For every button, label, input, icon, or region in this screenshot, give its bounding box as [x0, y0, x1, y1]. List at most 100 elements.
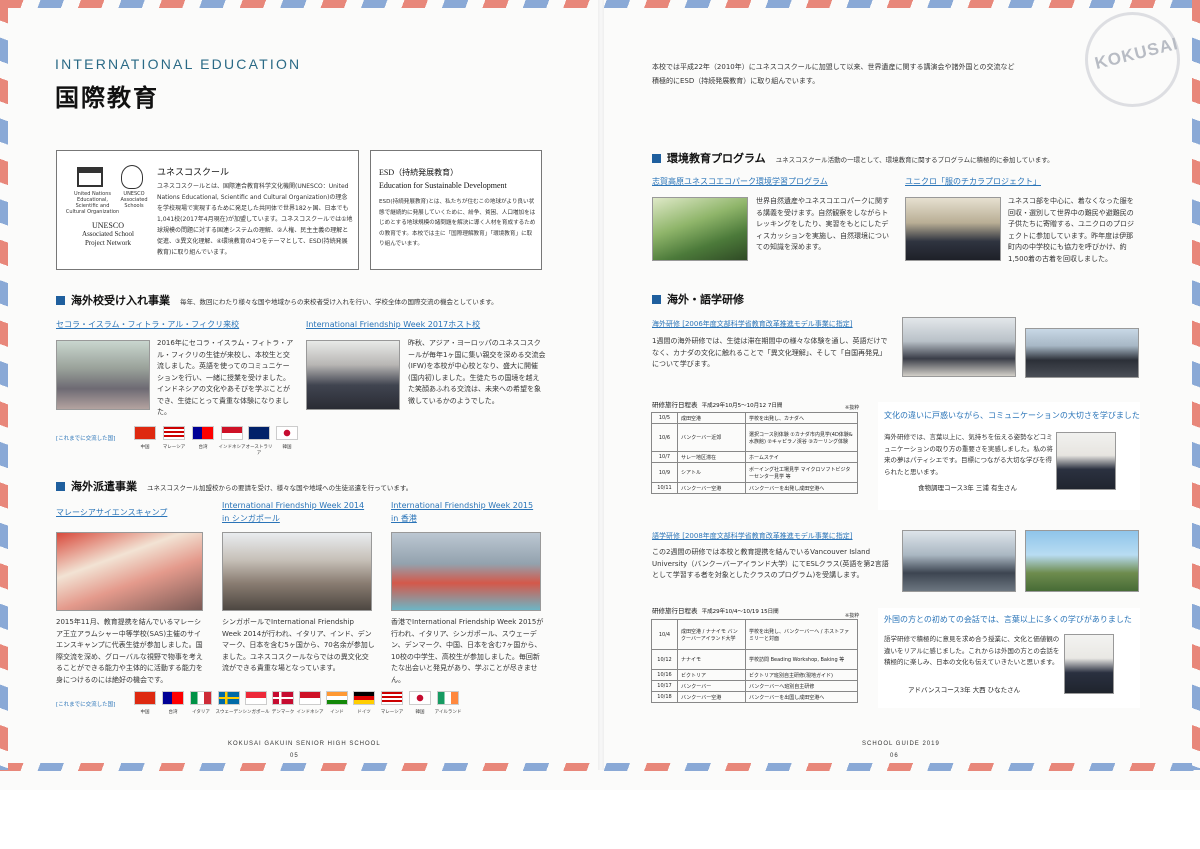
overseas-training-link[interactable]: 海外研修 [2006年度文部科学省教育改革推進モデル事業に指定] [652, 319, 853, 329]
page-title: 国際教育 [55, 84, 159, 112]
singapore-flag-icon [245, 691, 267, 705]
section-square-icon [652, 295, 661, 304]
indonesia-flag-icon [299, 691, 321, 705]
brochure-spread: INTERNATIONAL EDUCATION 国際教育 United Nati… [0, 0, 1200, 790]
incoming-b-body: 昨秋、アジア・ヨーロッパのユネスコスクールが毎年1ヶ国に集い親交を深める交流会(… [408, 339, 546, 405]
esd-heading-jp: ESD（持続発展教育） [379, 168, 459, 177]
testimonial-1-card: 文化の違いに戸惑いながら、コミュニケーションの大切さを学びました 海外研修では、… [878, 402, 1140, 510]
country-label: マレーシア [162, 445, 186, 450]
photo-ifw-2015-hongkong [391, 532, 541, 611]
photo-ifw-2017 [306, 340, 400, 410]
country-label: インド [330, 710, 344, 715]
section-language-heading: 海外・語学研修 [652, 291, 744, 307]
photo-canada-training-2 [1025, 328, 1139, 378]
country-label: 韓国 [415, 710, 425, 715]
esd-box: ESD（持続発展教育） Education for Sustainable De… [370, 150, 542, 270]
page-number-right: 06 [890, 753, 899, 759]
country-label: 韓国 [282, 445, 292, 450]
outgoing-b-link[interactable]: International Friendship Week 2014 in シン… [222, 499, 364, 525]
country-label: イタリア [192, 710, 210, 715]
country-label: スウェーデン [215, 710, 243, 715]
photo-malaysia-science-camp [56, 532, 203, 611]
photo-language-class-2 [1025, 530, 1139, 592]
country-label: マレーシア [380, 710, 404, 715]
country-label: ドイツ [357, 710, 371, 715]
table-row: 10/11 バンクーバー空港 バンクーバーを出発し成田空港へ [651, 482, 858, 494]
testimonial-1-signature: 食物調理コース3年 三浦 有生さん [918, 484, 1017, 492]
table-row: 10/17 バンクーバー バンクーバーへ班別自主研修 [651, 680, 858, 692]
taiwan-flag-icon [162, 691, 184, 705]
outgoing-b-body: シンガポールでInternational Friendship Week 201… [222, 618, 375, 672]
taiwan-flag-icon [192, 426, 214, 440]
english-title: INTERNATIONAL EDUCATION [55, 56, 302, 72]
country-label: デンマーク [271, 710, 295, 715]
schedule-2-note: ※抜粋 [845, 613, 860, 619]
country-label: インドネシア [218, 445, 246, 450]
section-square-icon [56, 482, 65, 491]
testimonial-2-signature: アドバンスコース3年 大西 ひなたさん [908, 686, 1021, 694]
esd-heading-en: Education for Sustainable Development [379, 181, 507, 190]
env-b-link[interactable]: ユニクロ「服のチカラプロジェクト」 [905, 176, 1041, 187]
assoc-logo-text: UNESCO Associated Schools [120, 191, 148, 209]
table-row: 10/9 シアトル ボーイング社工場見学 マイクロソフトビジターセンター見学 等 [651, 462, 858, 483]
photo-canada-training-1 [902, 317, 1016, 377]
germany-flag-icon [353, 691, 375, 705]
footer-school-name: KOKUSAI GAKUIN SENIOR HIGH SCHOOL [228, 741, 381, 747]
schedule-1-title: 研修旅行日程表 平成29年10月5〜10月12 7日間 [652, 401, 783, 409]
visited-countries-label-1: [これまでに交流した国] [56, 436, 116, 442]
unesco-box: United Nations Educational, Scientific a… [56, 150, 359, 270]
section-environment-heading: 環境教育プログラム ユネスコスクール活動の一環として、環境教育に関するプログラムに… [652, 150, 1054, 166]
indonesia-flag-icon [221, 426, 243, 440]
schedule-1-note: ※抜粋 [845, 405, 860, 411]
sweden-flag-icon [218, 691, 240, 705]
page-gutter [598, 0, 604, 770]
photo-shiga-highlands [652, 197, 748, 261]
testimonial-2-body: 語学研修で積極的に意見を求め合う授業に、文化と価値観の違いをリアルに感じました。… [884, 635, 1060, 666]
country-label: 台湾 [168, 710, 178, 715]
incoming-a-link[interactable]: セコラ・イスラム・フィトラ・アル・フィクリ来校 [56, 319, 239, 330]
korea-flag-icon [276, 426, 298, 440]
env-a-body: 世界自然遺産やユネスコエコパークに関する講義を受けます。自然観察をしながらトレッ… [756, 197, 889, 251]
korea-flag-icon [409, 691, 431, 705]
incoming-b-link[interactable]: International Friendship Week 2017ホスト校 [306, 319, 480, 330]
airmail-border-right [1192, 0, 1200, 770]
airmail-border-left [0, 0, 8, 770]
unesco-network-name: UNESCO Associated School Project Network [82, 221, 134, 247]
schedule-2-title: 研修旅行日程表 平成29年10/4〜10/19 15日間 [652, 607, 779, 615]
visited-countries-label-2: [これまでに交流した国] [56, 702, 116, 708]
section-square-icon [652, 154, 661, 163]
country-label: インドネシア [296, 710, 324, 715]
china-flag-icon [134, 691, 156, 705]
italy-flag-icon [190, 691, 212, 705]
photo-language-class-1 [902, 530, 1016, 592]
table-row: 10/5 成田空港 学校を出発し、カナダへ [651, 412, 858, 424]
unesco-temple-icon [77, 167, 103, 187]
table-row: 10/18 バンクーバー空港 バンクーバーを出国し成田空港へ [651, 691, 858, 703]
outgoing-a-link[interactable]: マレーシアサイエンスキャンプ [56, 507, 167, 518]
malaysia-flag-icon [381, 691, 403, 705]
intro-text: 本校では平成22年（2010年）にユネスコスクールに加盟して以来、世界遺産に関す… [652, 63, 1015, 85]
country-label: シンガポール [242, 710, 270, 715]
incoming-a-body: 2016年にセコラ・イスラム・フィトラ・アル・フィクリの生徒が来校し、本校生と交… [157, 339, 294, 416]
country-label: 中国 [140, 710, 150, 715]
country-label: オーストラリア [245, 445, 273, 456]
table-row: 10/4 成田空港 / ナナイモ バンクーバーアイランド大学 学校を出発し、バンクー… [651, 619, 858, 650]
china-flag-icon [134, 426, 156, 440]
country-label: 台湾 [198, 445, 208, 450]
table-row: 10/16 ビクトリア ビクトリア班別自主研修(現地ガイド) [651, 669, 858, 681]
india-flag-icon [326, 691, 348, 705]
table-row: 10/7 サレー地区滞在 ホームステイ [651, 451, 858, 463]
outgoing-c-link[interactable]: International Friendship Week 2015 in 香港 [391, 499, 533, 525]
page-number-left: 05 [290, 753, 299, 759]
unesco-body: ユネスコスクールとは、国際連合教育科学文化機関(UNESCO：United Na… [157, 183, 353, 256]
outgoing-a-body: 2015年11月、教育提携を結んでいるマレーシア王立アラムシャー中等学校(SAS… [56, 618, 203, 684]
language-training-link[interactable]: 語学研修 [2008年度文部科学省教育改革推進モデル事業に指定] [652, 531, 853, 541]
ireland-flag-icon [437, 691, 459, 705]
section-incoming-heading: 海外校受け入れ事業 毎年、数回にわたり様々な国や地域からの来校者受け入れを行い、学… [56, 292, 498, 308]
env-a-link[interactable]: 志賀高原ユネスコエコパーク環境学習プログラム [652, 176, 828, 187]
overseas-training-body: 1週間の海外研修では、生徒は滞在期間中の様々な体験を通し、英語だけでなく、カナダ… [652, 337, 888, 368]
denmark-flag-icon [272, 691, 294, 705]
env-b-body: ユネスコ部を中心に、着なくなった服を回収・選別して世界中の難民や避難民の子供たち… [1008, 197, 1134, 263]
assoc-schools-emblem-icon [121, 165, 143, 189]
schedule-1-table: 10/5 成田空港 学校を出発し、カナダへ 10/6 バンクーバー近郊 選択コース別体験… [651, 412, 858, 494]
